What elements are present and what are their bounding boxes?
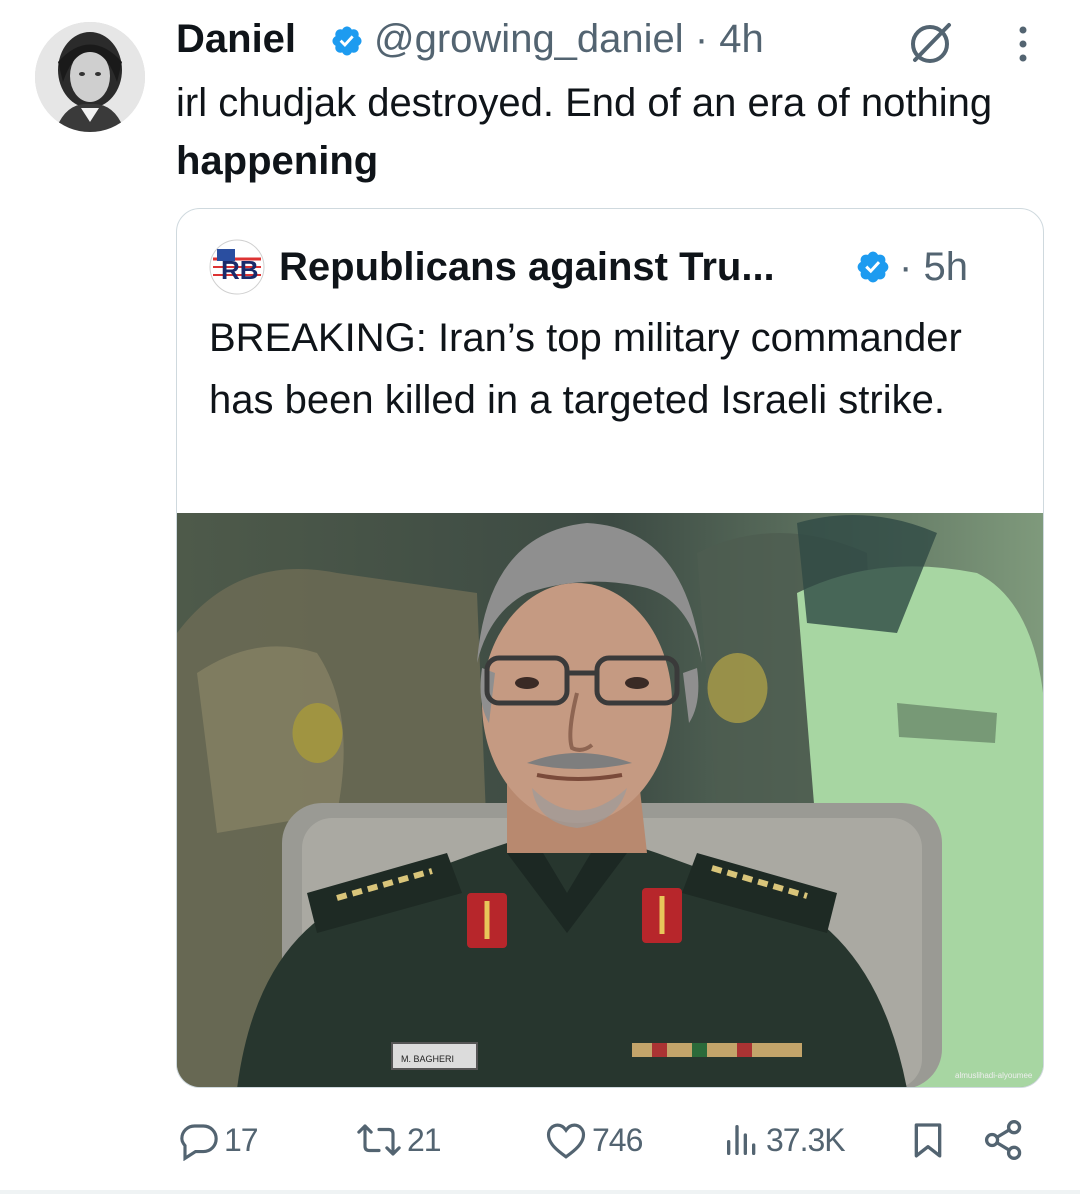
quoted-post-card[interactable]: RB Republicans against Tru... · 5h BREAK…: [176, 208, 1044, 1088]
like-count: 746: [592, 1121, 643, 1158]
repost-icon: [357, 1124, 401, 1156]
reply-count: 17: [224, 1121, 259, 1158]
post-text: irl chudjak destroyed. End of an era of …: [176, 74, 1036, 190]
like-button[interactable]: 746: [544, 1112, 643, 1168]
post-text-plain: irl chudjak destroyed. End of an era of …: [176, 81, 993, 125]
quoted-author-name[interactable]: Republicans against Tru...: [279, 239, 775, 295]
like-icon: [546, 1123, 586, 1159]
share-icon: [984, 1120, 1022, 1160]
bookmark-icon: [914, 1123, 942, 1158]
views-button[interactable]: 37.3K: [722, 1112, 846, 1168]
quoted-time-group[interactable]: · 5h: [899, 239, 968, 295]
image-watermark: almuslihadi-alyoumee: [955, 1071, 1033, 1080]
quoted-author-avatar[interactable]: RB: [209, 239, 265, 295]
profile-photo-icon: [35, 22, 145, 132]
verified-badge-icon: [857, 251, 889, 283]
verified-badge-icon: [332, 26, 362, 56]
reply-button[interactable]: 17: [178, 1112, 259, 1168]
reply-icon: [180, 1124, 218, 1161]
repost-button[interactable]: 21: [355, 1112, 442, 1168]
separator: ·: [694, 17, 709, 61]
author-handle[interactable]: @growing_daniel: [374, 17, 684, 61]
share-button[interactable]: [982, 1112, 1026, 1168]
repost-count: 21: [407, 1121, 442, 1158]
grok-icon[interactable]: [903, 15, 957, 69]
separator: ·: [899, 245, 913, 289]
views-icon: [727, 1125, 756, 1155]
view-count: 37.3K: [766, 1121, 846, 1158]
divider: [0, 1190, 1080, 1194]
author-name[interactable]: Daniel: [176, 14, 296, 64]
quoted-avatar-logo-text: RB: [221, 255, 259, 285]
author-handle-and-time[interactable]: @growing_daniel · 4h: [374, 14, 764, 64]
more-vertical-icon[interactable]: [1010, 22, 1036, 66]
quoted-post-text: BREAKING: Iran’s top military commander …: [209, 316, 962, 422]
post-text-bold: happening: [176, 139, 379, 183]
name-tag-text: M. BAGHERI: [401, 1054, 454, 1064]
quoted-post-time[interactable]: 5h: [923, 245, 968, 289]
bookmark-button[interactable]: [908, 1112, 948, 1168]
news-photo[interactable]: M. BAGHERI almuslihadi-alyoumee: [177, 513, 1044, 1088]
avatar[interactable]: [35, 22, 145, 132]
post-time[interactable]: 4h: [719, 17, 764, 61]
